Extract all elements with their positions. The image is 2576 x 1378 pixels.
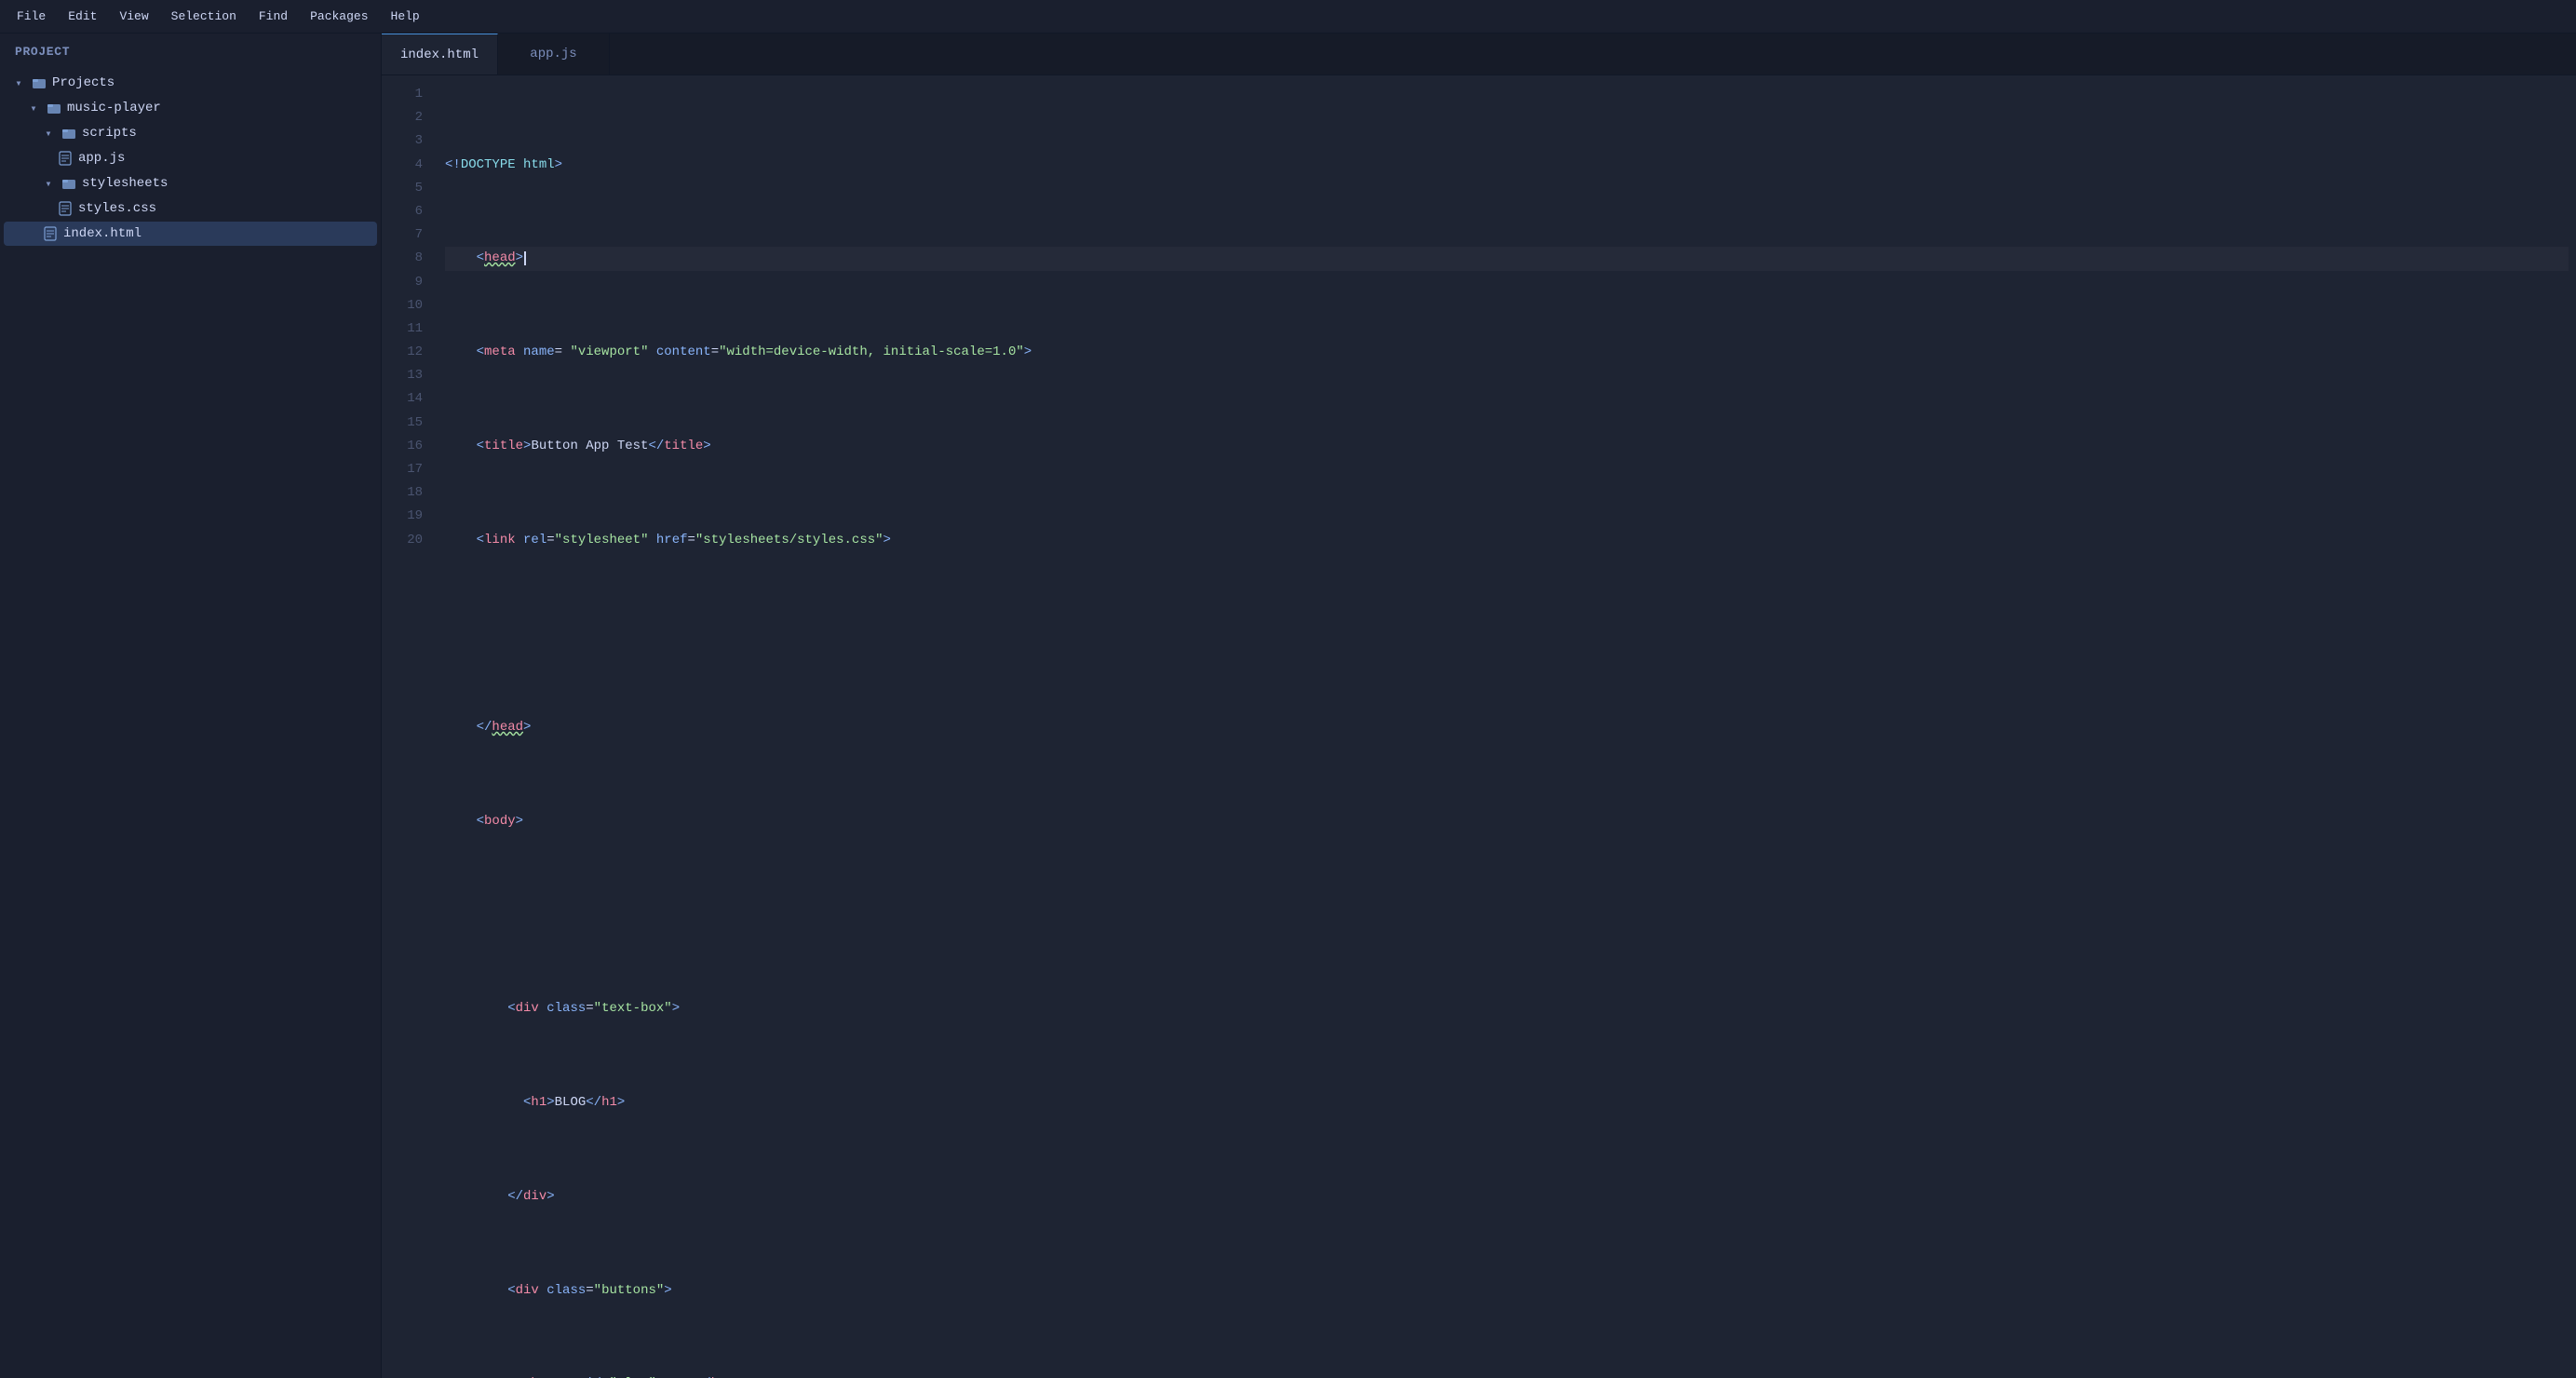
menu-selection[interactable]: Selection	[162, 6, 246, 27]
menu-file[interactable]: File	[7, 6, 55, 27]
code-line-7: </head>	[445, 716, 2569, 739]
sidebar-label-music-player: music-player	[67, 101, 161, 115]
sidebar-item-music-player[interactable]: ▾ music-player	[4, 96, 377, 120]
code-line-1: <!DOCTYPE html>	[445, 154, 2569, 177]
menu-help[interactable]: Help	[382, 6, 429, 27]
tab-app-js[interactable]: app.js	[498, 34, 610, 74]
menu-packages[interactable]: Packages	[301, 6, 377, 27]
file-icon	[56, 149, 74, 168]
folder-open-icon	[60, 174, 78, 193]
sidebar-item-styles-css[interactable]: styles.css	[4, 196, 377, 221]
main-layout: Project ▾ Projects ▾ music-player	[0, 34, 2576, 1378]
menu-find[interactable]: Find	[250, 6, 297, 27]
sidebar-item-scripts[interactable]: ▾ scripts	[4, 121, 377, 145]
code-line-13: <div class="buttons">	[445, 1279, 2569, 1303]
code-editor[interactable]: 1 2 3 4 5 6 7 8 9 10 11 12 13 14 15 16 1…	[382, 75, 2576, 1378]
code-line-9	[445, 904, 2569, 927]
folder-open-icon	[45, 99, 63, 117]
code-line-11: <h1>BLOG</h1>	[445, 1091, 2569, 1115]
sidebar-label-stylesheets: stylesheets	[82, 176, 168, 191]
code-line-4: <title>Button App Test</title>	[445, 435, 2569, 458]
file-icon	[41, 224, 60, 243]
code-line-10: <div class="text-box">	[445, 997, 2569, 1020]
sidebar-label-app-js: app.js	[78, 151, 125, 166]
sidebar-item-index-html[interactable]: index.html	[4, 222, 377, 246]
sidebar-item-stylesheets[interactable]: ▾ stylesheets	[4, 171, 377, 196]
tab-index-html[interactable]: index.html	[382, 34, 498, 74]
tabs-bar: index.html app.js	[382, 34, 2576, 75]
file-icon	[56, 199, 74, 218]
code-content[interactable]: <!DOCTYPE html> <head> <meta name= "view…	[438, 83, 2576, 1371]
folder-open-icon	[30, 74, 48, 92]
code-line-14: <button id="play"> OK </button>	[445, 1372, 2569, 1378]
sidebar-label-projects: Projects	[52, 75, 115, 90]
sidebar-label-styles-css: styles.css	[78, 201, 156, 216]
editor-area: index.html app.js 1 2 3 4 5 6 7 8 9 10 1…	[382, 34, 2576, 1378]
chevron-down-icon: ▾	[41, 174, 56, 193]
chevron-down-icon: ▾	[26, 99, 41, 117]
menu-view[interactable]: View	[110, 6, 157, 27]
sidebar: Project ▾ Projects ▾ music-player	[0, 34, 382, 1378]
code-line-5: <link rel="stylesheet" href="stylesheets…	[445, 529, 2569, 552]
tab-label-index-html: index.html	[400, 47, 479, 62]
sidebar-label-scripts: scripts	[82, 126, 137, 141]
sidebar-item-app-js[interactable]: app.js	[4, 146, 377, 170]
menubar: File Edit View Selection Find Packages H…	[0, 0, 2576, 34]
code-line-6	[445, 622, 2569, 645]
folder-open-icon	[60, 124, 78, 142]
chevron-down-icon: ▾	[11, 74, 26, 92]
code-line-3: <meta name= "viewport" content="width=de…	[445, 341, 2569, 364]
sidebar-item-projects[interactable]: ▾ Projects	[4, 71, 377, 95]
menu-edit[interactable]: Edit	[59, 6, 106, 27]
sidebar-title: Project	[0, 34, 381, 70]
code-line-2: <head>	[445, 247, 2569, 270]
code-line-12: </div>	[445, 1185, 2569, 1209]
chevron-down-icon: ▾	[41, 124, 56, 142]
code-line-8: <body>	[445, 810, 2569, 833]
sidebar-label-index-html: index.html	[63, 226, 142, 241]
tab-label-app-js: app.js	[530, 47, 576, 61]
line-numbers: 1 2 3 4 5 6 7 8 9 10 11 12 13 14 15 16 1…	[382, 83, 438, 1371]
